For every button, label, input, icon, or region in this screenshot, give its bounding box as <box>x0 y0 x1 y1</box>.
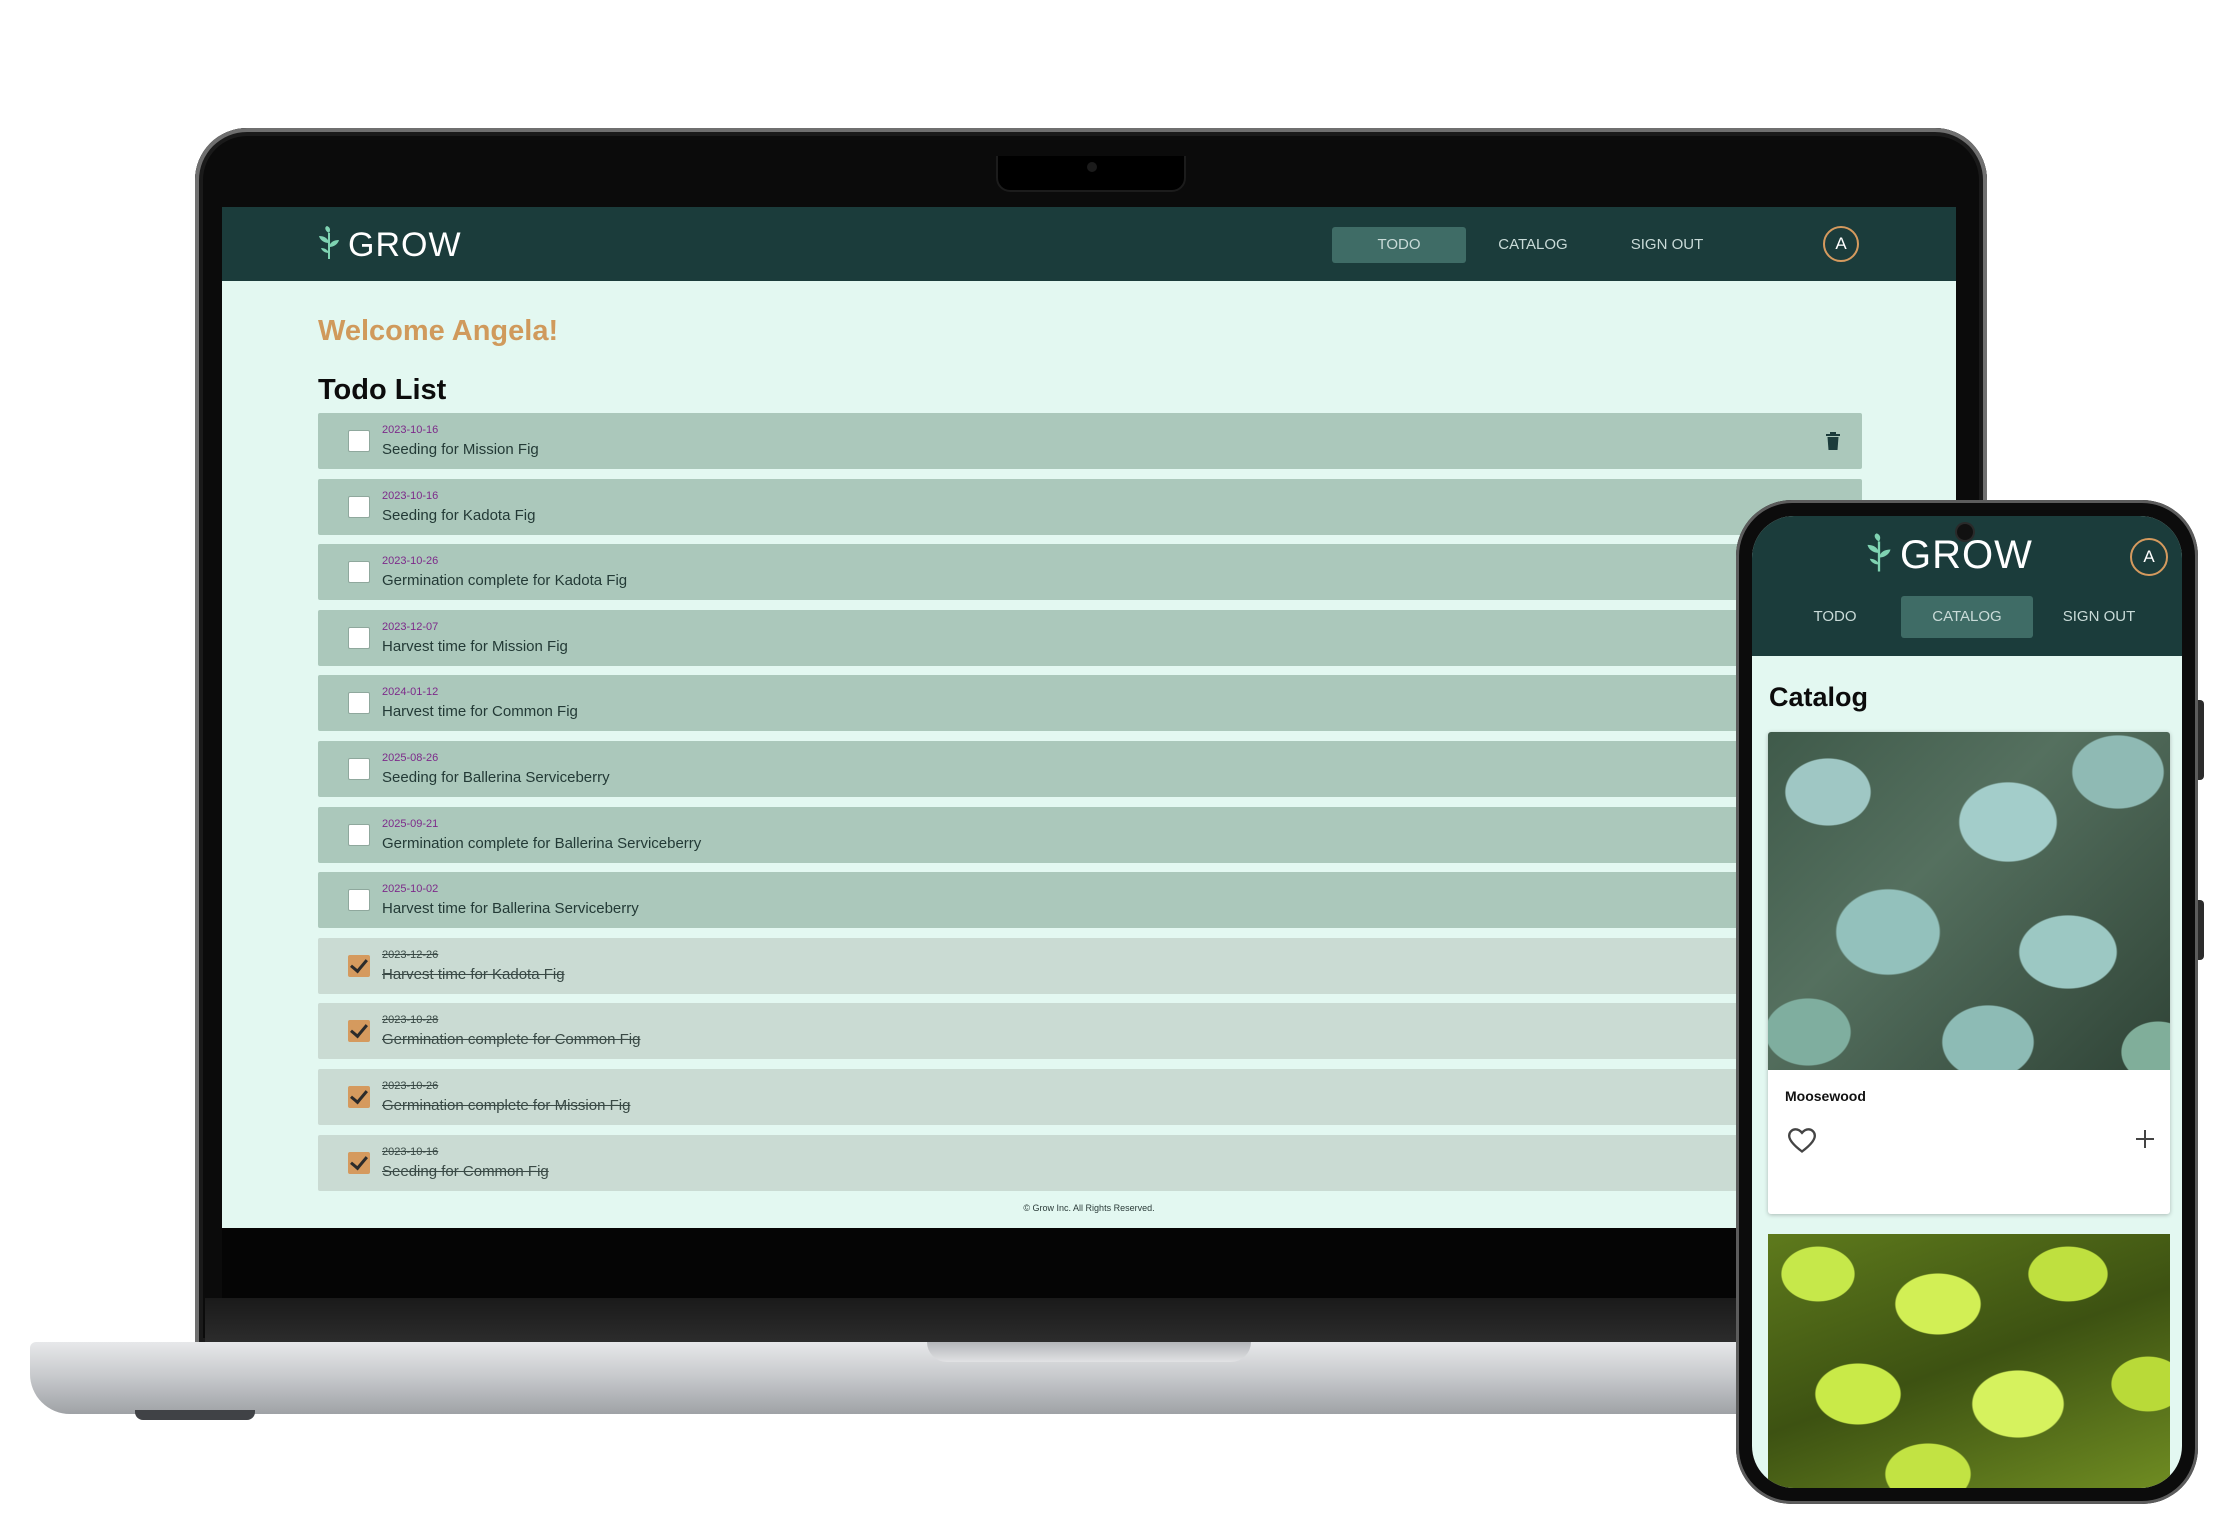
todo-text: Harvest time for Mission Fig <box>382 637 568 655</box>
check-icon <box>350 954 368 974</box>
phone-side-button <box>2198 700 2204 780</box>
todo-row[interactable]: 2023-12-26 Harvest time for Kadota Fig <box>318 937 1862 994</box>
todo-checkbox[interactable] <box>348 1020 370 1043</box>
check-icon <box>350 1151 368 1170</box>
laptop-notch <box>996 156 1186 192</box>
todo-row[interactable]: 2023-10-16 Seeding for Mission Fig <box>318 413 1862 469</box>
todo-text: Seeding for Common Fig <box>382 1162 549 1180</box>
plant-photo <box>1768 732 2170 1070</box>
footer-copyright: © Grow Inc. All Rights Reserved. <box>1023 1203 1155 1213</box>
check-icon <box>350 1020 368 1039</box>
todo-text: Seeding for Mission Fig <box>382 441 539 458</box>
todo-date: 2023-10-16 <box>382 424 439 436</box>
plant-name: Moosewood <box>1785 1088 1866 1104</box>
todo-checkbox[interactable] <box>348 757 370 780</box>
top-navbar: GROW TODO CATALOG SIGN OUT A <box>222 207 1956 281</box>
todo-row[interactable]: 2025-08-26 Seeding for Ballerina Serviceb… <box>318 740 1862 797</box>
catalog-card[interactable]: Moosewood <box>1768 732 2170 1214</box>
todo-row[interactable]: 2024-01-12 Harvest time for Common Fig <box>318 675 1862 732</box>
todo-row[interactable]: 2023-10-26 Germination complete for Missi… <box>318 1068 1862 1125</box>
todo-date: 2023-10-16 <box>382 489 439 502</box>
todo-list-title: Todo List <box>318 374 447 406</box>
phone-screen: GROW A TODO CATALOG SIGN OUT Catalog Moo… <box>1752 516 2182 1488</box>
laptop-screen: GROW TODO CATALOG SIGN OUT A Welcome Ang… <box>222 207 1956 1228</box>
todo-date: 2023-10-28 <box>382 1014 439 1027</box>
todo-checkbox[interactable] <box>348 889 370 912</box>
phone-avatar[interactable]: A <box>2130 538 2168 576</box>
laptop-lip <box>927 1342 1251 1362</box>
todo-checkbox[interactable] <box>348 1151 370 1174</box>
phone-side-button <box>2198 900 2204 960</box>
todo-date: 2025-09-21 <box>382 817 439 830</box>
todo-text: Seeding for Ballerina Serviceberry <box>382 768 610 786</box>
check-icon <box>350 1085 368 1105</box>
todo-row[interactable]: 2023-10-16 Seeding for Common Fig <box>318 1134 1862 1191</box>
todo-checkbox[interactable] <box>348 430 370 452</box>
todo-checkbox[interactable] <box>348 626 370 649</box>
todo-checkbox[interactable] <box>348 495 370 518</box>
nav-todo[interactable]: TODO <box>1332 227 1466 263</box>
todo-text: Harvest time for Kadota Fig <box>382 965 565 983</box>
todo-text: Germination complete for Ballerina Servi… <box>382 834 702 852</box>
todo-row[interactable]: 2023-10-26 Germination complete for Kadot… <box>318 544 1862 601</box>
welcome-heading: Welcome Angela! <box>318 315 559 347</box>
todo-date: 2025-10-02 <box>382 883 439 896</box>
todo-text: Seeding for Kadota Fig <box>382 506 536 524</box>
todo-row[interactable]: 2025-10-02 Harvest time for Ballerina Ser… <box>318 872 1862 929</box>
todo-date: 2024-01-12 <box>382 686 439 699</box>
todo-row[interactable]: 2023-12-07 Harvest time for Mission Fig <box>318 609 1862 666</box>
phone-nav-sign-out[interactable]: SIGN OUT <box>2033 596 2165 638</box>
todo-checkbox[interactable] <box>348 823 370 846</box>
phone-header: GROW A TODO CATALOG SIGN OUT <box>1752 516 2182 656</box>
todo-date: 2023-12-07 <box>382 620 439 633</box>
todo-checkbox[interactable] <box>348 954 370 977</box>
todo-date: 2023-10-26 <box>382 1079 439 1092</box>
trash-icon[interactable] <box>1826 432 1840 455</box>
avatar[interactable]: A <box>1823 226 1859 262</box>
catalog-title: Catalog <box>1769 682 1869 712</box>
todo-checkbox[interactable] <box>348 692 370 715</box>
laptop-bezel <box>222 1228 1956 1298</box>
todo-list: 2023-10-16 Seeding for Mission Fig 2023-10… <box>318 413 1862 1200</box>
sprout-logo-icon <box>1864 532 1894 579</box>
todo-date: 2023-10-16 <box>382 1145 439 1158</box>
nav-sign-out[interactable]: SIGN OUT <box>1600 227 1734 263</box>
todo-row[interactable]: 2023-10-16 Seeding for Kadota Fig <box>318 478 1862 535</box>
todo-checkbox[interactable] <box>348 1085 370 1108</box>
heart-icon[interactable] <box>1787 1128 1817 1159</box>
todo-date: 2025-08-26 <box>382 751 439 764</box>
plus-icon[interactable] <box>2134 1128 2156 1155</box>
catalog-card-image[interactable] <box>1768 1234 2170 1488</box>
todo-checkbox[interactable] <box>348 561 370 584</box>
brand-name: GROW <box>348 226 462 264</box>
front-camera-icon <box>1957 524 1973 540</box>
todo-date: 2023-12-26 <box>382 948 439 961</box>
todo-text: Germination complete for Mission Fig <box>382 1096 631 1114</box>
todo-text: Harvest time for Ballerina Serviceberry <box>382 900 639 918</box>
sprout-logo-icon <box>316 225 342 266</box>
todo-row[interactable]: 2023-10-28 Germination complete for Commo… <box>318 1003 1862 1060</box>
laptop-hinge <box>205 1298 1977 1342</box>
todo-text: Germination complete for Common Fig <box>382 1031 641 1049</box>
todo-date: 2023-10-26 <box>382 555 439 568</box>
todo-row[interactable]: 2025-09-21 Germination complete for Balle… <box>318 806 1862 863</box>
phone-brand-logo[interactable]: GROW <box>1864 532 2033 579</box>
todo-text: Harvest time for Common Fig <box>382 703 578 721</box>
brand-logo[interactable]: GROW <box>316 225 462 266</box>
nav-catalog[interactable]: CATALOG <box>1466 227 1600 263</box>
camera-icon <box>1087 162 1097 172</box>
todo-text: Germination complete for Kadota Fig <box>382 572 628 590</box>
phone-nav-catalog[interactable]: CATALOG <box>1901 596 2033 638</box>
phone-nav-todo[interactable]: TODO <box>1769 596 1901 638</box>
laptop-foot <box>135 1410 255 1420</box>
